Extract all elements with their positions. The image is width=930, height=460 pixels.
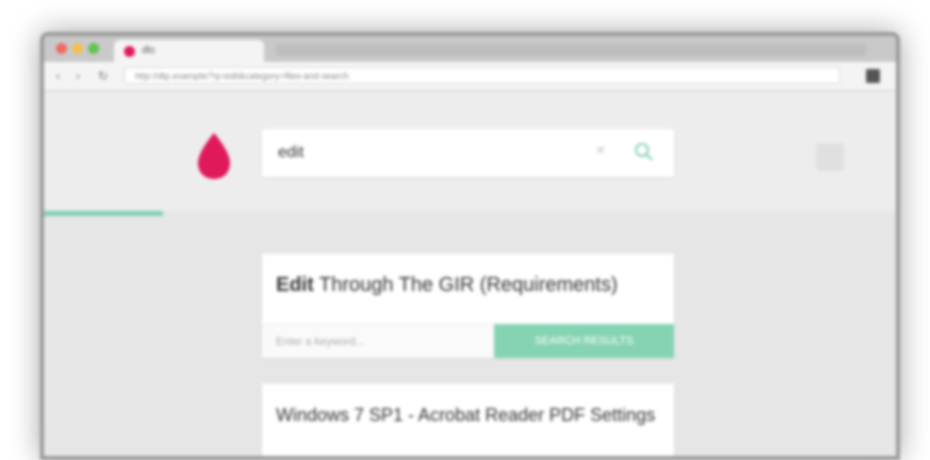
tab-bar: dtc — [44, 36, 896, 62]
browser-toolbar: ‹ › ↻ http://dtp.example/?q=edit&categor… — [44, 62, 896, 91]
site-header: edit × — [44, 91, 896, 211]
result-title-rest: Through The GIR (Requirements) — [313, 274, 618, 296]
clear-icon[interactable]: × — [596, 142, 605, 160]
result-keyword-input[interactable]: Enter a keyword... — [262, 324, 494, 358]
result-card[interactable]: Windows 7 SP1 - Acrobat Reader PDF Setti… — [262, 384, 674, 456]
reload-button[interactable]: ↻ — [98, 69, 108, 83]
tab-strip-empty — [276, 44, 866, 56]
result-action-button[interactable]: SEARCH RESULTS — [494, 324, 674, 358]
browser-menu-button[interactable] — [866, 69, 880, 83]
back-button[interactable]: ‹ — [56, 69, 60, 83]
search-icon[interactable] — [634, 142, 654, 162]
minimize-window-button[interactable] — [72, 43, 83, 54]
search-box[interactable]: edit × — [262, 129, 674, 177]
settings-button[interactable] — [816, 143, 844, 171]
result-title[interactable]: Windows 7 SP1 - Acrobat Reader PDF Setti… — [276, 402, 656, 428]
close-window-button[interactable] — [56, 43, 67, 54]
result-title-highlight: Edit — [276, 274, 314, 296]
drop-logo-icon[interactable] — [194, 131, 234, 181]
address-bar[interactable]: http://dtp.example/?q=edit&category=file… — [124, 67, 840, 84]
search-input[interactable]: edit — [278, 144, 304, 162]
browser-window: dtc ‹ › ↻ http://dtp.example/?q=edit&cat… — [40, 32, 900, 460]
results-area: Edit Through The GIR (Requirements) Ente… — [44, 216, 896, 456]
tab-title: dtc — [142, 45, 156, 56]
result-card[interactable]: Edit Through The GIR (Requirements) Ente… — [262, 254, 674, 358]
result-title[interactable]: Edit Through The GIR (Requirements) — [276, 274, 618, 297]
favicon-icon — [124, 46, 135, 57]
browser-tab[interactable]: dtc — [114, 40, 264, 62]
maximize-window-button[interactable] — [88, 43, 99, 54]
forward-button[interactable]: › — [76, 69, 80, 83]
